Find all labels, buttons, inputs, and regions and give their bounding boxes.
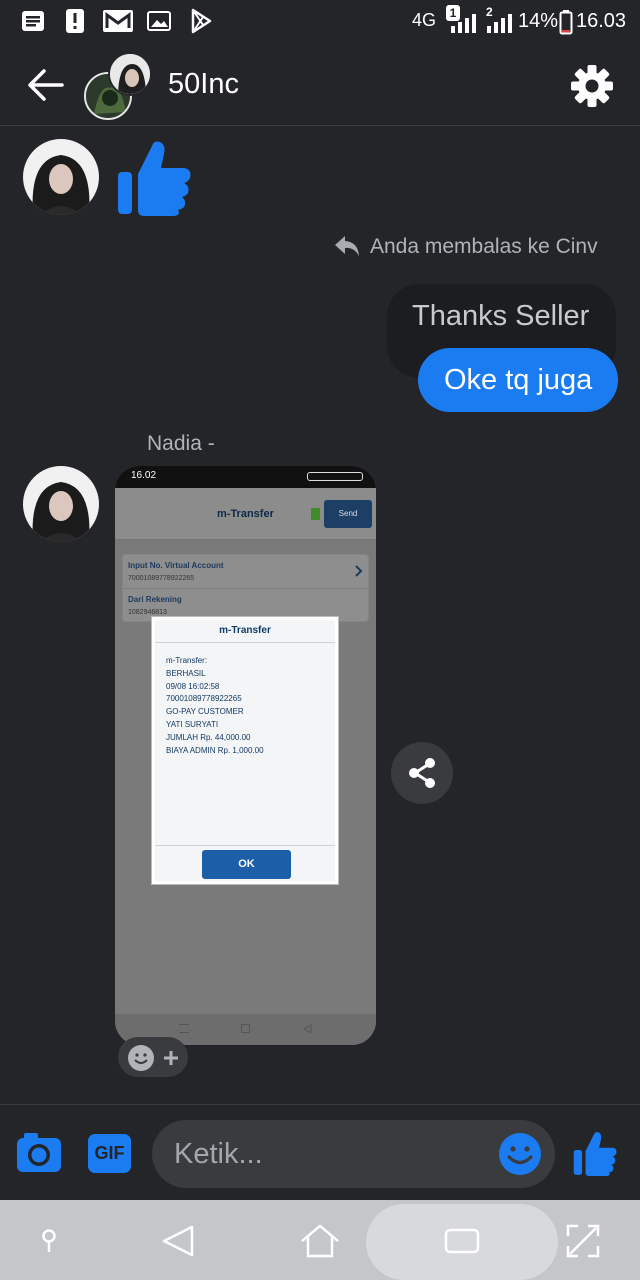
emoji-icon[interactable] — [498, 1132, 542, 1176]
settings-gear-icon[interactable] — [570, 64, 614, 108]
like-button-icon[interactable] — [572, 1130, 618, 1176]
screenshot-back-icon — [303, 1024, 312, 1034]
back-arrow-icon[interactable] — [26, 68, 64, 102]
play-store-notification-icon — [191, 8, 212, 34]
group-avatar-front — [108, 52, 152, 96]
smiley-reaction-icon — [128, 1045, 154, 1071]
network-type: 4G — [412, 10, 437, 30]
screenshot-page-title: m-Transfer — [217, 508, 274, 520]
screenshot-status-icons — [307, 472, 363, 481]
like-sticker-icon — [118, 141, 191, 216]
screenshot-time: 16.02 — [131, 470, 157, 481]
screenshot-status-bar: 16.02 — [115, 466, 376, 488]
dialog-line: BIAYA ADMIN Rp. 1,000.00 — [166, 745, 264, 755]
screenshot-dialog-title: m-Transfer — [219, 625, 271, 636]
reply-icon — [335, 236, 359, 256]
screenshot-success-dialog: m-Transfer m-Transfer: BERHASIL 09/08 16… — [152, 617, 338, 884]
conversation-header: 50Inc — [0, 44, 640, 126]
gmail-notification-icon — [103, 10, 133, 32]
dialog-line: m-Transfer: — [166, 656, 208, 665]
status-bar: 4G 1 2 14% 16.03 — [0, 0, 640, 44]
screenshot-chevron-icon — [355, 565, 363, 577]
sender-avatar[interactable] — [23, 139, 99, 215]
system-navigation-bar — [0, 1200, 640, 1280]
gif-button[interactable]: GIF — [88, 1134, 131, 1173]
screenshot-home-icon — [241, 1024, 250, 1033]
dialog-line: 09/08 16:02:58 — [166, 681, 220, 691]
recents-nav-icon[interactable] — [444, 1228, 480, 1254]
share-icon — [409, 758, 435, 788]
outgoing-message-bubble[interactable]: Oke tq juga — [418, 348, 619, 412]
screenshot-va-label: Input No. Virtual Account — [128, 561, 224, 570]
alert-notification-icon — [66, 9, 84, 33]
screenshot-menu-icon — [179, 1024, 189, 1033]
expand-icon[interactable] — [566, 1224, 600, 1258]
plus-icon — [164, 1051, 178, 1065]
screenshot-send-button: Send — [324, 500, 372, 528]
dialog-line: 70001089778922265 — [166, 694, 242, 704]
shared-screenshot-image[interactable]: 16.02 m-Transfer Send Input No. Virtual … — [115, 466, 376, 1045]
screenshot-from-value: 1082946813 — [128, 609, 167, 616]
screenshot-va-value: 70001089778922265 — [128, 575, 195, 582]
dialog-line: BERHASIL — [166, 668, 206, 678]
composer-bar: GIF Ketik... — [0, 1104, 640, 1200]
screenshot-flag-icon — [311, 508, 320, 520]
screenshot-app-header: m-Transfer Send — [115, 488, 376, 540]
gallery-notification-icon — [147, 11, 171, 31]
dialog-line: GO-PAY CUSTOMER — [166, 707, 244, 717]
sender-name: Nadia - — [147, 432, 215, 455]
message-input-placeholder: Ketik... — [174, 1138, 263, 1170]
screenshot-form: Input No. Virtual Account 70001089778922… — [122, 554, 370, 622]
signal-sim2-icon — [487, 14, 512, 33]
back-nav-icon[interactable] — [160, 1224, 196, 1258]
screenshot-dialog-divider — [155, 845, 335, 846]
share-button[interactable] — [391, 742, 453, 804]
screenshot-from-label: Dari Rekening — [128, 595, 182, 604]
reply-notice: Anda membalas ke Cinv — [370, 235, 598, 258]
dialog-line: YATI SURYATI — [166, 719, 219, 729]
clock: 16.03 — [576, 10, 627, 32]
battery-icon — [559, 10, 573, 35]
camera-icon[interactable] — [16, 1132, 62, 1174]
notes-notification-icon — [22, 11, 44, 31]
sender-avatar[interactable] — [23, 466, 99, 542]
screenshot-divider — [123, 588, 370, 589]
screenshot-dialog-divider — [155, 642, 335, 643]
signal-sim1-icon — [451, 14, 476, 33]
conversation-title[interactable]: 50Inc — [168, 68, 239, 101]
battery-percent: 14% — [518, 10, 559, 32]
add-reaction-button[interactable] — [118, 1037, 188, 1077]
pin-icon[interactable] — [38, 1228, 60, 1254]
quoted-message-text: Thanks Seller — [412, 300, 590, 332]
screenshot-dialog-body: m-Transfer: BERHASIL 09/08 16:02:58 7000… — [166, 655, 264, 757]
screenshot-ok-button: OK — [202, 850, 291, 879]
home-nav-icon[interactable] — [300, 1223, 340, 1259]
dialog-line: JUMLAH Rp. 44,000.00 — [166, 732, 251, 742]
message-input[interactable]: Ketik... — [152, 1120, 555, 1188]
